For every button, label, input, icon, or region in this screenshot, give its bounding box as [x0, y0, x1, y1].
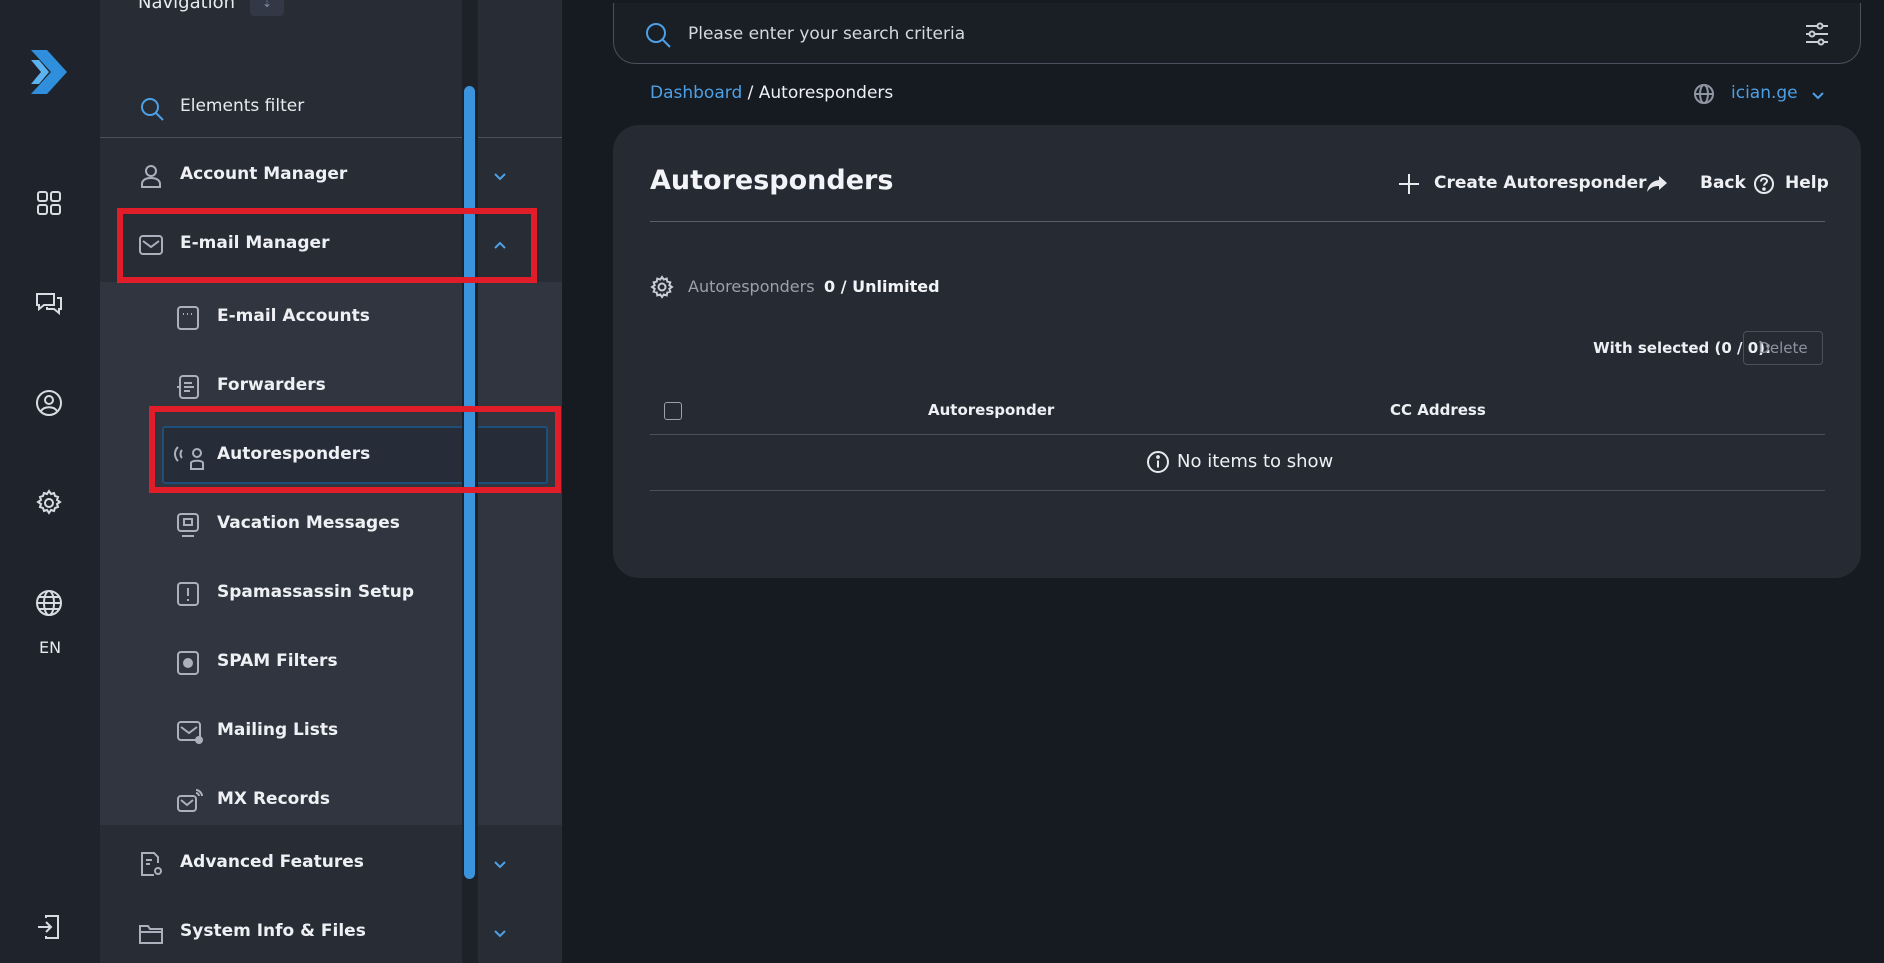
nav-scrollbar-thumb[interactable] [464, 86, 475, 879]
dashboard-icon[interactable] [34, 188, 66, 220]
chevron-down-icon [492, 856, 508, 872]
empty-state-row: No items to show [650, 436, 1825, 491]
breadcrumb-dashboard-link[interactable]: Dashboard [650, 83, 742, 103]
mail-icon [138, 232, 164, 258]
empty-state-text: No items to show [1177, 451, 1334, 472]
autoresponders-card: Autoresponders Create Autoresponder Back… [613, 125, 1861, 578]
folder-icon [138, 920, 164, 946]
sub-item-mx-records[interactable]: MX Records [100, 765, 562, 834]
filter-settings-icon[interactable] [1804, 21, 1830, 47]
globe-icon[interactable] [34, 588, 66, 620]
sub-item-spamassassin-setup[interactable]: Spamassassin Setup [100, 558, 562, 627]
column-header-cc-address[interactable]: CC Address [1390, 401, 1486, 419]
nav-item-advanced-features[interactable]: Advanced Features [100, 829, 562, 897]
nav-scrollbar[interactable] [462, 0, 478, 963]
sub-item-spam-filters[interactable]: SPAM Filters [100, 627, 562, 696]
sub-item-label: MX Records [217, 789, 330, 809]
domain-name[interactable]: ician.ge [1731, 83, 1798, 103]
email-accounts-icon [176, 305, 200, 331]
logout-icon[interactable] [34, 912, 66, 944]
app-logo-icon[interactable] [27, 46, 73, 98]
help-label: Help [1785, 173, 1829, 193]
spamassassin-icon [176, 581, 200, 607]
sub-item-label: Spamassassin Setup [217, 582, 415, 602]
nav-item-label: Advanced Features [180, 852, 364, 872]
breadcrumb-current: Autoresponders [758, 83, 894, 103]
gear-icon[interactable] [34, 488, 66, 520]
advanced-features-icon [138, 851, 164, 877]
search-input[interactable] [688, 19, 1688, 49]
nav-item-account-manager[interactable]: Account Manager [100, 141, 562, 209]
share-arrow-icon [1645, 172, 1669, 196]
plus-icon [1397, 172, 1421, 196]
search-icon [138, 95, 166, 123]
chevron-up-icon [492, 237, 508, 253]
with-selected-label: With selected (0 / 0): [1593, 339, 1771, 357]
breadcrumb: Dashboard / Autoresponders [650, 83, 893, 103]
user-icon [138, 163, 164, 189]
sub-item-email-accounts[interactable]: E-mail Accounts [100, 282, 562, 351]
chevron-down-icon [492, 168, 508, 184]
header-divider [650, 221, 1825, 222]
sub-item-vacation-messages[interactable]: Vacation Messages [100, 489, 562, 558]
mx-records-icon [176, 788, 204, 814]
back-label: Back [1700, 173, 1746, 193]
global-search-bar [613, 3, 1861, 64]
sub-item-label: E-mail Accounts [217, 306, 370, 326]
sub-item-autoresponders[interactable]: Autoresponders [100, 420, 562, 489]
vacation-icon [176, 512, 200, 538]
nav-item-label: System Info & Files [180, 921, 366, 941]
quota-value: 0 / Unlimited [824, 277, 940, 296]
sub-item-label: SPAM Filters [217, 651, 338, 671]
gear-icon [650, 275, 674, 299]
email-manager-submenu: E-mail Accounts Forwarders Autoresponder… [100, 282, 562, 825]
sub-item-label: Mailing Lists [217, 720, 339, 740]
autoresponder-icon [172, 443, 206, 471]
language-label[interactable]: EN [0, 638, 100, 657]
delete-button[interactable]: Delete [1743, 331, 1823, 365]
pin-icon[interactable]: ⇣ [250, 0, 284, 16]
chevron-down-icon [492, 925, 508, 941]
column-header-autoresponder[interactable]: Autoresponder [928, 401, 1054, 419]
sub-item-label: Forwarders [217, 375, 326, 395]
sub-item-label: Vacation Messages [217, 513, 400, 533]
mailing-list-icon [176, 719, 204, 745]
forwarders-icon [176, 374, 200, 400]
sub-item-forwarders[interactable]: Forwarders [100, 351, 562, 420]
chat-icon[interactable] [34, 288, 66, 320]
user-circle-icon[interactable] [34, 388, 66, 420]
search-icon [644, 21, 672, 49]
quota-label: Autoresponders [688, 277, 815, 296]
sub-item-label: Autoresponders [217, 444, 371, 464]
globe-icon [1693, 83, 1715, 105]
table-header: Autoresponder CC Address [650, 387, 1825, 435]
create-autoresponder-label: Create Autoresponder [1434, 173, 1647, 193]
info-icon [1146, 450, 1170, 474]
breadcrumb-separator: / [747, 83, 754, 103]
icon-rail: EN [0, 0, 100, 963]
help-button[interactable]: Help [1752, 170, 1832, 200]
nav-item-system-info-files[interactable]: System Info & Files [100, 898, 562, 963]
nav-item-label: E-mail Manager [180, 233, 330, 253]
navigation-panel: Navigation ⇣ Elements filter Account Man… [100, 0, 562, 963]
create-autoresponder-button[interactable]: Create Autoresponder [1397, 170, 1647, 200]
help-icon [1752, 172, 1776, 196]
navigation-title: Navigation [138, 0, 236, 13]
nav-item-label: Account Manager [180, 164, 348, 184]
elements-filter[interactable]: Elements filter [100, 88, 562, 138]
select-all-checkbox[interactable] [664, 402, 682, 420]
back-button[interactable]: Back [1645, 170, 1746, 200]
elements-filter-label: Elements filter [180, 96, 305, 116]
spam-filter-icon [176, 650, 200, 676]
sub-item-mailing-lists[interactable]: Mailing Lists [100, 696, 562, 765]
page-title: Autoresponders [650, 165, 894, 196]
nav-item-email-manager[interactable]: E-mail Manager [100, 210, 562, 278]
chevron-down-icon [1811, 88, 1825, 102]
